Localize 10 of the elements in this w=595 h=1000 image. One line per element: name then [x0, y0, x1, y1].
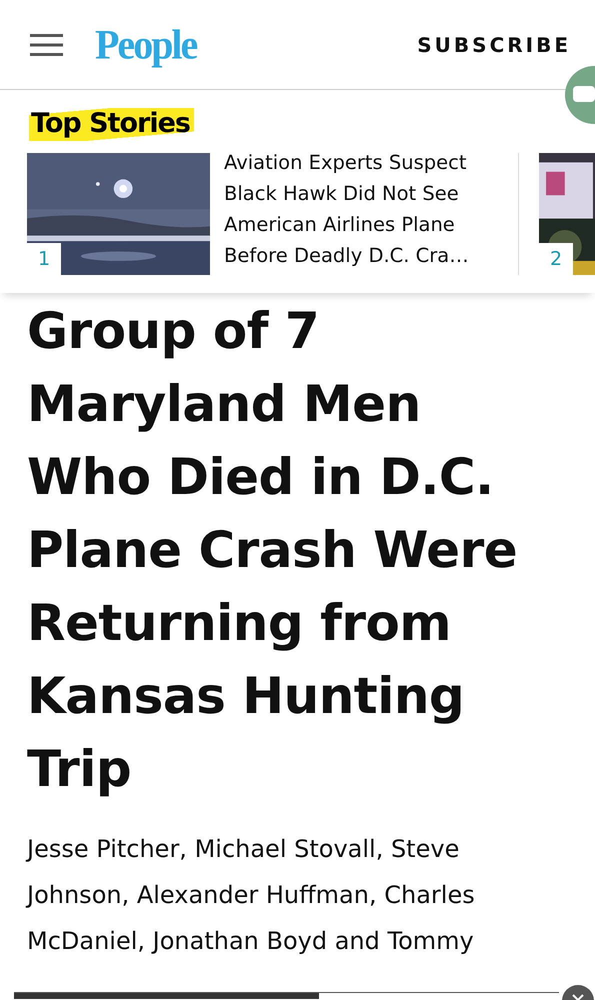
menu-icon[interactable] [30, 34, 63, 56]
subscribe-button[interactable]: SUBSCRIBE [417, 32, 571, 56]
floating-action-button[interactable] [565, 66, 595, 124]
story-number: 1 [27, 243, 61, 275]
section-heading: Top Stories [29, 108, 194, 141]
article-headline: Group of 7 Maryland Men Who Died in D.C. Plane Crash Were Returning from Kansas Hunting Trip [27, 301, 518, 800]
article-subheading: Jesse Pitcher, Michael Stovall, Steve Johnson, Alexander Huffman, Charles McDaniel, Jonathan Boyd and Tommy [27, 834, 476, 957]
close-icon[interactable] [561, 984, 595, 1000]
story-number: 2 [539, 243, 573, 275]
story-title[interactable]: Aviation Experts Suspect Black Hawk Did Not See American Airlines Plane Before Deadly D.C. Cra… [224, 147, 506, 275]
